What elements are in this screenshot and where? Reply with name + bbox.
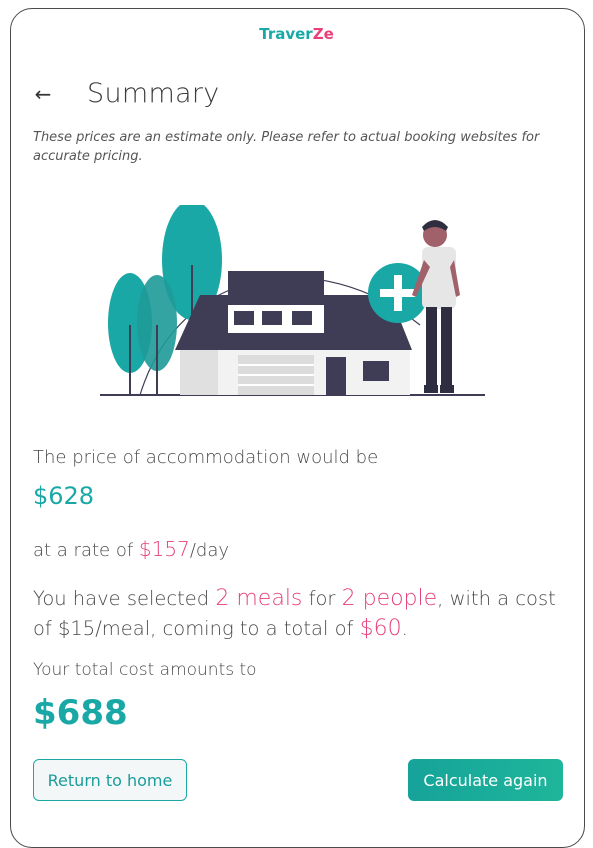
brand-part-2: Ze (312, 25, 334, 43)
total-label: Your total cost amounts to (33, 660, 257, 680)
total-cost: $688 (33, 693, 128, 733)
meals-for: for (302, 587, 342, 610)
page-header: ← Summary (33, 78, 220, 109)
rate-suffix: /day (189, 540, 230, 561)
calculate-again-button[interactable]: Calculate again (408, 759, 563, 801)
people-count: 2 people (341, 586, 438, 611)
disclaimer-text: These prices are an estimate only. Pleas… (33, 130, 540, 164)
return-home-button[interactable]: Return to home (33, 759, 187, 801)
rate-value: $157 (138, 537, 190, 561)
meals-count: 2 meals (215, 586, 303, 611)
app-brand: TraverZe (0, 25, 593, 43)
meals-total: $60 (359, 616, 402, 641)
rate-prefix: at a rate of (33, 540, 139, 561)
accommodation-intro: The price of accommodation would be (33, 447, 379, 468)
meals-prefix: You have selected (33, 587, 216, 610)
meals-summary: You have selected 2 meals for 2 people, … (33, 584, 573, 644)
page-title: Summary (87, 78, 220, 109)
house-illustration (100, 205, 485, 396)
brand-part-1: Traver (259, 25, 313, 43)
meals-end: . (401, 617, 408, 640)
accommodation-price: $628 (33, 482, 95, 510)
rate-line: at a rate of $157/day (33, 537, 573, 561)
arrow-left-icon[interactable]: ← (33, 82, 53, 106)
